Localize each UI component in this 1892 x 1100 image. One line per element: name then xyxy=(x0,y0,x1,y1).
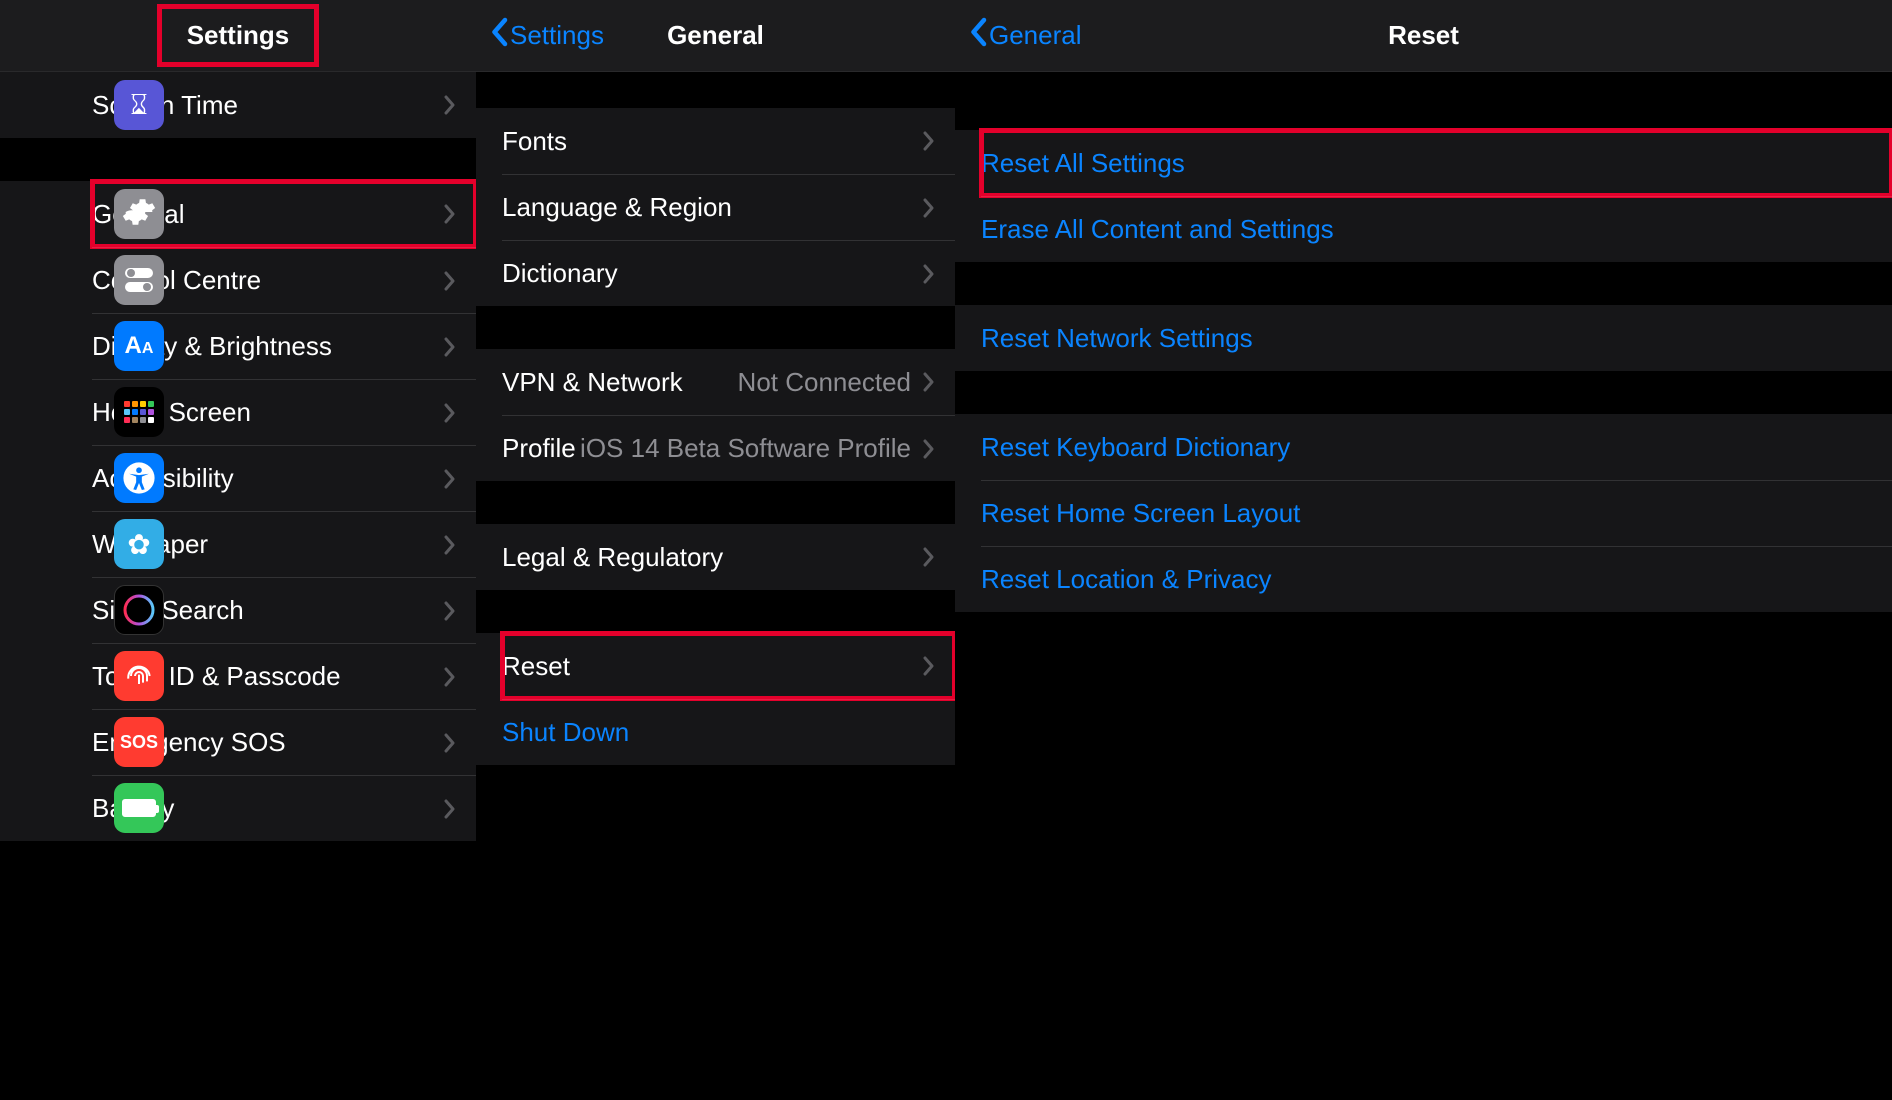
row-label: Reset Location & Privacy xyxy=(981,564,1872,595)
row-vpn-network[interactable]: VPN & NetworkNot Connected xyxy=(502,349,955,415)
reset-group-2: Reset Network Settings xyxy=(955,305,1892,371)
chevron-right-icon xyxy=(923,371,935,393)
row-label: Reset Keyboard Dictionary xyxy=(981,432,1872,463)
navbar-settings: Settings xyxy=(0,0,476,72)
settings-row-touch-id[interactable]: Touch ID & Passcode xyxy=(92,643,476,709)
settings-row-accessibility[interactable]: Accessibility xyxy=(92,445,476,511)
reset-pane: General Reset Reset All Settings Erase Al… xyxy=(955,0,1892,1100)
settings-row-display-brightness[interactable]: AADisplay & Brightness xyxy=(92,313,476,379)
back-label: General xyxy=(989,20,1082,51)
row-legal-regulatory[interactable]: Legal & Regulatory xyxy=(502,524,955,590)
row-detail: Not Connected xyxy=(738,367,911,398)
chevron-right-icon xyxy=(923,197,935,219)
flower-icon: ✿ xyxy=(114,519,164,569)
chevron-right-icon xyxy=(444,666,456,688)
chevron-right-icon xyxy=(444,534,456,556)
navbar-title: Reset xyxy=(1388,20,1459,51)
chevron-right-icon xyxy=(444,732,456,754)
settings-row-siri-search[interactable]: Siri & Search xyxy=(92,577,476,643)
chevron-right-icon xyxy=(444,336,456,358)
general-pane: Settings General Fonts Language & Region D… xyxy=(476,0,955,1100)
row-fonts[interactable]: Fonts xyxy=(502,108,955,174)
row-label: Reset Network Settings xyxy=(981,323,1872,354)
row-erase-all-content[interactable]: Erase All Content and Settings xyxy=(981,196,1892,262)
text-size-icon: AA xyxy=(114,321,164,371)
hourglass-icon: ⌛︎ xyxy=(114,80,164,130)
row-language-region[interactable]: Language & Region xyxy=(502,174,955,240)
settings-row-control-centre[interactable]: Control Centre xyxy=(92,247,476,313)
row-label: Reset Home Screen Layout xyxy=(981,498,1872,529)
accessibility-icon xyxy=(114,453,164,503)
gear-icon xyxy=(114,189,164,239)
row-label: VPN & Network xyxy=(502,367,738,398)
navbar-general: Settings General xyxy=(476,0,955,72)
row-label: Reset xyxy=(502,651,923,682)
chevron-right-icon xyxy=(923,263,935,285)
chevron-right-icon xyxy=(444,600,456,622)
reset-group-1: Reset All Settings Erase All Content and … xyxy=(955,130,1892,262)
general-group-3: Legal & Regulatory xyxy=(476,524,955,590)
chevron-right-icon xyxy=(923,655,935,677)
row-profile[interactable]: ProfileiOS 14 Beta Software Profile xyxy=(502,415,955,481)
settings-pane: Settings ⌛︎Screen Time GeneralControl Ce… xyxy=(0,0,476,1100)
siri-icon xyxy=(114,585,164,635)
chevron-right-icon xyxy=(444,798,456,820)
general-group-2: VPN & NetworkNot ConnectedProfileiOS 14 … xyxy=(476,349,955,481)
settings-row-general[interactable]: General xyxy=(92,181,476,247)
row-dictionary[interactable]: Dictionary xyxy=(502,240,955,306)
row-reset[interactable]: Reset xyxy=(502,633,955,699)
chevron-right-icon xyxy=(444,402,456,424)
row-label: Reset All Settings xyxy=(981,148,1872,179)
row-detail: iOS 14 Beta Software Profile xyxy=(580,433,911,464)
general-group-1: Fonts Language & Region Dictionary xyxy=(476,108,955,306)
chevron-right-icon xyxy=(444,94,456,116)
row-label: Dictionary xyxy=(502,258,923,289)
row-reset-home-layout[interactable]: Reset Home Screen Layout xyxy=(981,480,1892,546)
row-label: Language & Region xyxy=(502,192,923,223)
row-shut-down[interactable]: Shut Down xyxy=(502,699,955,765)
chevron-left-icon xyxy=(969,17,989,54)
settings-group-main: GeneralControl CentreAADisplay & Brightn… xyxy=(0,181,476,841)
navbar-reset: General Reset xyxy=(955,0,1892,72)
chevron-right-icon xyxy=(923,438,935,460)
row-reset-keyboard[interactable]: Reset Keyboard Dictionary xyxy=(981,414,1892,480)
row-label: Legal & Regulatory xyxy=(502,542,923,573)
chevron-right-icon xyxy=(923,546,935,568)
chevron-left-icon xyxy=(490,17,510,54)
settings-row-wallpaper[interactable]: ✿Wallpaper xyxy=(92,511,476,577)
chevron-right-icon xyxy=(444,468,456,490)
row-label: Erase All Content and Settings xyxy=(981,214,1872,245)
row-reset-network[interactable]: Reset Network Settings xyxy=(981,305,1892,371)
fingerprint-icon xyxy=(114,651,164,701)
chevron-right-icon xyxy=(444,203,456,225)
row-label: Profile xyxy=(502,433,580,464)
settings-row-home-screen[interactable]: Home Screen xyxy=(92,379,476,445)
settings-row-battery[interactable]: Battery xyxy=(92,775,476,841)
row-label: Fonts xyxy=(502,126,923,157)
chevron-right-icon xyxy=(444,270,456,292)
battery-icon xyxy=(114,783,164,833)
back-button-general[interactable]: General xyxy=(969,17,1082,54)
reset-group-3: Reset Keyboard Dictionary Reset Home Scre… xyxy=(955,414,1892,612)
sos-icon: SOS xyxy=(114,717,164,767)
settings-group-top: ⌛︎Screen Time xyxy=(0,72,476,138)
back-label: Settings xyxy=(510,20,604,51)
navbar-title: Settings xyxy=(159,6,318,65)
home-grid-icon xyxy=(114,387,164,437)
settings-row-screen-time[interactable]: ⌛︎Screen Time xyxy=(92,72,476,138)
toggles-icon xyxy=(114,255,164,305)
general-group-4: Reset Shut Down xyxy=(476,633,955,765)
settings-row-emergency-sos[interactable]: SOSEmergency SOS xyxy=(92,709,476,775)
navbar-title: General xyxy=(667,20,764,51)
row-reset-location-privacy[interactable]: Reset Location & Privacy xyxy=(981,546,1892,612)
back-button-settings[interactable]: Settings xyxy=(490,17,604,54)
chevron-right-icon xyxy=(923,130,935,152)
row-label: Shut Down xyxy=(502,717,935,748)
row-reset-all-settings[interactable]: Reset All Settings xyxy=(981,130,1892,196)
